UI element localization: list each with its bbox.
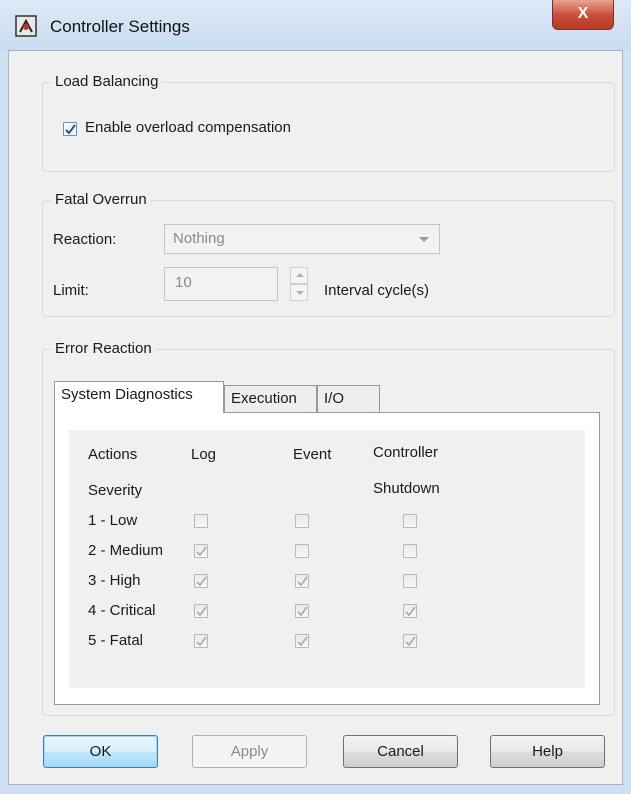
overload-compensation-checkbox[interactable] — [63, 122, 77, 136]
shutdown-checkbox[interactable] — [403, 634, 417, 648]
load-balancing-group: Load Balancing Enable overload compensat… — [42, 73, 615, 172]
shutdown-checkbox[interactable] — [403, 544, 417, 558]
help-button[interactable]: Help — [490, 735, 605, 768]
checkmark-icon — [196, 606, 207, 617]
fatal-overrun-group: Fatal Overrun Reaction: Nothing Limit: 1… — [42, 191, 615, 317]
shutdown-checkbox[interactable] — [403, 604, 417, 618]
event-checkbox[interactable] — [295, 574, 309, 588]
tab-io[interactable]: I/O — [317, 385, 380, 413]
log-checkbox[interactable] — [194, 604, 208, 618]
checkmark-icon — [405, 636, 416, 647]
apply-button[interactable]: Apply — [192, 735, 307, 768]
system-diagnostics-panel: Actions Log Event Controller Severity Sh… — [54, 412, 600, 705]
group-title: Load Balancing — [51, 73, 163, 90]
reaction-dropdown[interactable]: Nothing — [164, 224, 440, 254]
severity-row-label: 2 - Medium — [88, 542, 164, 559]
arrow-down-icon — [296, 291, 304, 295]
close-icon: X — [577, 5, 589, 22]
limit-spinner — [290, 267, 308, 301]
group-title: Fatal Overrun — [51, 191, 151, 208]
log-checkbox[interactable] — [194, 514, 208, 528]
title-bar[interactable]: Controller Settings X — [0, 0, 631, 50]
tab-label: System Diagnostics — [61, 386, 193, 403]
help-label: Help — [532, 743, 563, 760]
checkmark-icon — [297, 636, 308, 647]
settings-app-icon — [15, 15, 37, 37]
severity-row-label: 5 - Fatal — [88, 632, 144, 649]
event-checkbox[interactable] — [295, 544, 309, 558]
event-checkbox[interactable] — [295, 634, 309, 648]
header-severity: Severity — [88, 482, 143, 499]
severity-row-label: 1 - Low — [88, 512, 138, 529]
controller-settings-window: Controller Settings X Load Balancing Ena… — [0, 0, 631, 794]
severity-row-label: 4 - Critical — [88, 602, 156, 619]
header-controller: Controller — [373, 444, 439, 461]
spin-up-button[interactable] — [290, 267, 308, 284]
error-reaction-group: Error Reaction System Diagnostics Execut… — [42, 340, 615, 716]
severity-row-label: 3 - High — [88, 572, 141, 589]
group-title: Error Reaction — [51, 340, 156, 357]
tab-label: I/O — [324, 390, 345, 407]
header-event: Event — [293, 446, 332, 463]
checkmark-icon — [196, 636, 207, 647]
tab-system-diagnostics[interactable]: System Diagnostics — [54, 381, 224, 413]
event-checkbox[interactable] — [295, 514, 309, 528]
checkmark-icon — [405, 606, 416, 617]
limit-label: Limit: — [53, 282, 89, 299]
arrow-up-icon — [296, 273, 304, 277]
cancel-button[interactable]: Cancel — [343, 735, 458, 768]
reaction-label: Reaction: — [53, 231, 117, 248]
limit-unit-label: Interval cycle(s) — [324, 282, 430, 299]
chevron-down-icon — [419, 237, 429, 242]
checkmark-icon — [297, 576, 308, 587]
checkmark-icon — [196, 546, 207, 557]
dialog-body: Load Balancing Enable overload compensat… — [8, 50, 623, 785]
close-button[interactable]: X — [552, 0, 614, 30]
reaction-value: Nothing — [173, 230, 225, 247]
checkmark-icon — [297, 606, 308, 617]
log-checkbox[interactable] — [194, 634, 208, 648]
header-actions: Actions — [88, 446, 138, 463]
log-checkbox[interactable] — [194, 574, 208, 588]
spin-down-button[interactable] — [290, 284, 308, 301]
header-shutdown: Shutdown — [373, 480, 440, 497]
event-checkbox[interactable] — [295, 604, 309, 618]
severity-matrix: Actions Log Event Controller Severity Sh… — [69, 430, 585, 688]
checkmark-icon — [65, 124, 76, 135]
checkmark-icon — [196, 576, 207, 587]
tab-execution[interactable]: Execution — [224, 385, 317, 413]
limit-input[interactable]: 10 — [164, 267, 278, 301]
ok-label: OK — [89, 743, 112, 760]
header-log: Log — [191, 446, 217, 463]
log-checkbox[interactable] — [194, 544, 208, 558]
window-title: Controller Settings — [50, 17, 190, 36]
cancel-label: Cancel — [377, 743, 424, 760]
limit-value: 10 — [175, 274, 192, 291]
overload-compensation-label: Enable overload compensation — [85, 119, 291, 136]
tab-label: Execution — [231, 390, 297, 407]
shutdown-checkbox[interactable] — [403, 574, 417, 588]
ok-button[interactable]: OK — [43, 735, 158, 768]
shutdown-checkbox[interactable] — [403, 514, 417, 528]
apply-label: Apply — [230, 743, 269, 760]
